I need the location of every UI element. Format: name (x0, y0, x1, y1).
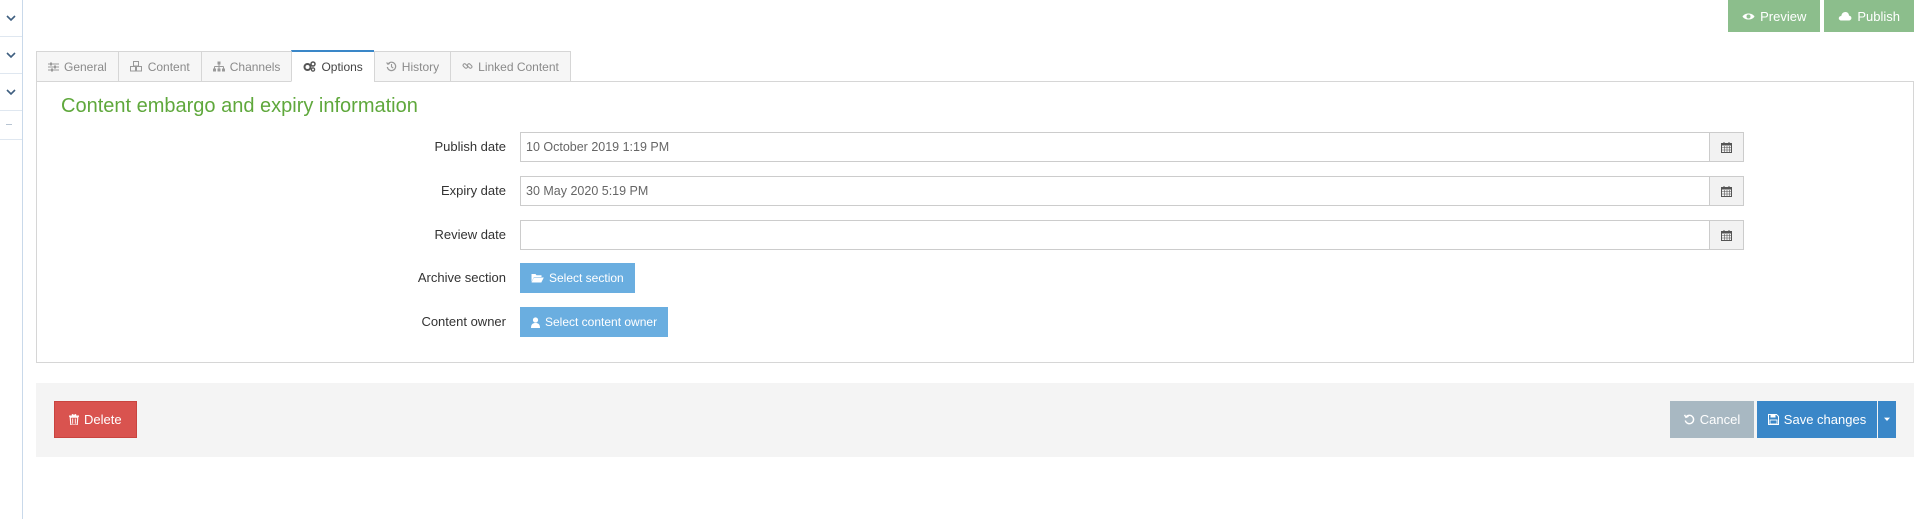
delete-button[interactable]: Delete (54, 401, 137, 438)
link-icon (462, 61, 473, 72)
publish-button[interactable]: Publish (1824, 0, 1914, 32)
sitemap-icon (212, 61, 225, 72)
tab-label: History (401, 59, 440, 74)
cancel-label: Cancel (1699, 412, 1741, 427)
publish-date-row: Publish date (37, 132, 1913, 162)
review-date-row: Review date (37, 220, 1913, 250)
content-owner-label: Content owner (421, 314, 506, 329)
cogs-icon (303, 61, 317, 72)
cloud-icon (1839, 11, 1852, 21)
save-changes-label: Save changes (1783, 412, 1867, 427)
user-icon (531, 316, 540, 328)
tab-general[interactable]: General (36, 51, 118, 82)
archive-section-row: Archive section Select section (37, 263, 1913, 293)
publish-date-input[interactable] (521, 133, 1709, 161)
form-footer: Delete Cancel Save changes (36, 383, 1914, 457)
tab-linked-content[interactable]: Linked Content (450, 51, 571, 82)
expiry-date-label: Expiry date (440, 183, 506, 198)
calendar-icon[interactable] (1709, 221, 1743, 249)
left-sidebar (0, 0, 23, 519)
folder-open-icon (531, 274, 544, 283)
tab-options[interactable]: Options (291, 50, 374, 82)
chevron-down-icon[interactable] (0, 74, 22, 111)
tab-label: General (64, 59, 107, 74)
calendar-icon[interactable] (1709, 177, 1743, 205)
top-actions: Preview Publish (1728, 0, 1914, 32)
eye-icon (1742, 13, 1755, 19)
options-panel: Content embargo and expiry information P… (36, 81, 1914, 363)
select-content-owner-button[interactable]: Select content owner (520, 307, 669, 337)
expiry-date-row: Expiry date (37, 176, 1913, 206)
save-options-dropdown[interactable] (1878, 401, 1896, 438)
expiry-date-input[interactable] (521, 177, 1709, 205)
select-section-button[interactable]: Select section (520, 263, 635, 293)
calendar-icon[interactable] (1709, 133, 1743, 161)
chevron-down-icon[interactable] (0, 37, 22, 74)
caret-down-icon (1884, 417, 1890, 421)
archive-section-label: Archive section (417, 270, 506, 285)
publish-label: Publish (1857, 8, 1900, 24)
chevron-down-icon[interactable] (0, 0, 22, 37)
save-icon (1767, 414, 1779, 425)
tab-history[interactable]: History (373, 51, 451, 82)
trash-icon (69, 414, 79, 425)
publish-date-field (520, 132, 1744, 162)
tab-label: Channels (229, 59, 281, 74)
content-owner-row: Content owner Select content owner (37, 307, 1913, 337)
tab-content[interactable]: Content (117, 51, 201, 82)
undo-icon (1683, 414, 1694, 425)
section-title: Content embargo and expiry information (61, 95, 418, 117)
expiry-date-field (520, 176, 1744, 206)
cancel-button[interactable]: Cancel (1670, 401, 1754, 438)
preview-label: Preview (1760, 8, 1807, 24)
tab-bar: General Content Channels Options History… (36, 50, 571, 82)
collapsed-item[interactable] (0, 111, 22, 140)
tab-label: Linked Content (478, 59, 559, 74)
history-icon (385, 61, 397, 72)
cubes-icon (129, 61, 143, 72)
preview-button[interactable]: Preview (1728, 0, 1821, 32)
review-date-field (520, 220, 1744, 250)
review-date-input[interactable] (521, 221, 1709, 249)
tab-label: Options (321, 59, 363, 74)
select-section-label: Select section (549, 271, 624, 285)
select-content-owner-label: Select content owner (545, 315, 658, 329)
delete-label: Delete (84, 412, 122, 427)
tab-channels[interactable]: Channels (200, 51, 292, 82)
review-date-label: Review date (434, 227, 506, 242)
sliders-icon (48, 62, 59, 72)
publish-date-label: Publish date (434, 139, 506, 154)
tab-label: Content (147, 59, 190, 74)
save-changes-button[interactable]: Save changes (1757, 401, 1877, 438)
